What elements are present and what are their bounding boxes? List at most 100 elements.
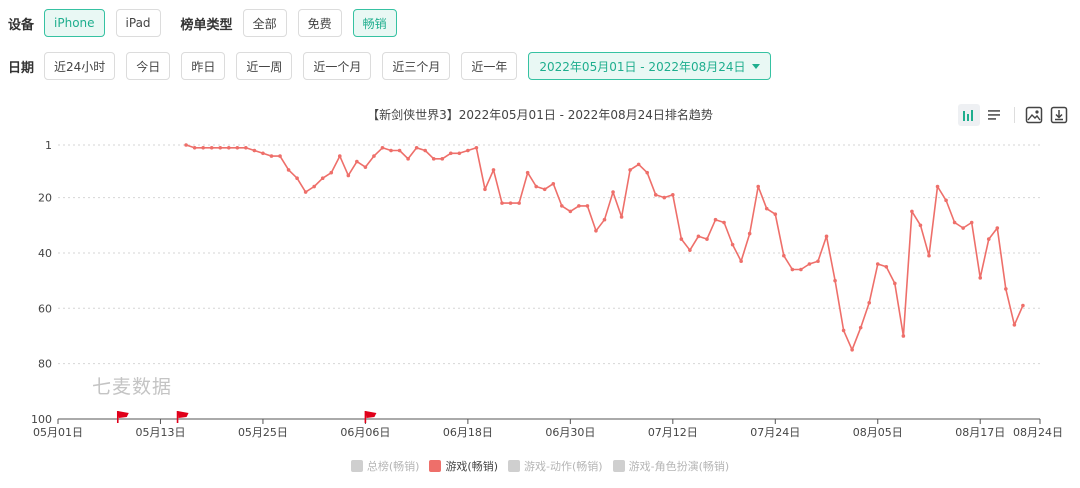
- data-point[interactable]: [372, 154, 376, 158]
- data-point[interactable]: [688, 248, 692, 252]
- data-point[interactable]: [235, 145, 240, 150]
- data-point[interactable]: [295, 176, 299, 181]
- data-point[interactable]: [713, 217, 718, 222]
- data-point[interactable]: [944, 198, 948, 203]
- data-point[interactable]: [226, 145, 231, 150]
- data-point[interactable]: [927, 253, 931, 258]
- data-point[interactable]: [346, 173, 351, 178]
- legend-item-games-rpg[interactable]: 游戏-角色扮演(畅销): [612, 458, 729, 474]
- data-point[interactable]: [764, 206, 769, 211]
- data-point[interactable]: [773, 212, 778, 216]
- data-point[interactable]: [602, 217, 607, 222]
- data-point[interactable]: [209, 145, 214, 150]
- data-point[interactable]: [286, 168, 291, 172]
- data-point[interactable]: [1004, 287, 1008, 291]
- data-point[interactable]: [969, 220, 974, 225]
- data-point[interactable]: [671, 193, 675, 197]
- data-point[interactable]: [756, 184, 761, 189]
- data-point[interactable]: [918, 223, 923, 228]
- data-point[interactable]: [986, 237, 991, 241]
- data-point[interactable]: [739, 259, 743, 264]
- data-point[interactable]: [278, 154, 282, 158]
- data-point[interactable]: [1021, 303, 1025, 308]
- data-point[interactable]: [730, 242, 735, 247]
- data-point[interactable]: [816, 259, 820, 264]
- data-point[interactable]: [542, 187, 547, 192]
- data-point[interactable]: [995, 226, 1000, 230]
- data-point[interactable]: [978, 276, 983, 280]
- data-point[interactable]: [705, 237, 709, 241]
- data-point[interactable]: [952, 220, 957, 225]
- data-point[interactable]: [551, 181, 556, 186]
- data-point[interactable]: [850, 348, 854, 352]
- legend-item-overall[interactable]: 总榜(畅销): [350, 458, 419, 474]
- data-point[interactable]: [440, 157, 445, 161]
- data-point[interactable]: [218, 145, 223, 150]
- data-point[interactable]: [824, 234, 829, 239]
- data-point[interactable]: [184, 143, 188, 147]
- data-point[interactable]: [662, 195, 667, 200]
- data-point[interactable]: [423, 148, 427, 153]
- data-point[interactable]: [568, 209, 573, 214]
- data-point[interactable]: [389, 148, 393, 153]
- data-point[interactable]: [841, 328, 846, 333]
- data-point[interactable]: [192, 145, 197, 150]
- data-point[interactable]: [517, 201, 521, 205]
- data-point[interactable]: [722, 220, 726, 225]
- data-point[interactable]: [585, 204, 590, 208]
- data-point[interactable]: [534, 184, 538, 189]
- data-point[interactable]: [201, 145, 205, 150]
- data-point[interactable]: [910, 209, 914, 214]
- data-point[interactable]: [491, 168, 496, 172]
- data-point[interactable]: [867, 300, 872, 305]
- data-point[interactable]: [611, 190, 615, 194]
- data-point[interactable]: [679, 237, 684, 241]
- data-point[interactable]: [269, 154, 274, 158]
- data-point[interactable]: [594, 228, 598, 233]
- data-point[interactable]: [833, 278, 837, 283]
- data-point[interactable]: [406, 157, 410, 161]
- flag-icon[interactable]: [364, 411, 377, 423]
- data-point[interactable]: [525, 170, 530, 175]
- data-point[interactable]: [961, 226, 965, 230]
- data-point[interactable]: [696, 234, 701, 239]
- data-point[interactable]: [244, 145, 248, 150]
- data-point[interactable]: [858, 325, 863, 330]
- data-point[interactable]: [431, 157, 436, 161]
- data-point[interactable]: [312, 184, 316, 189]
- data-point[interactable]: [363, 165, 368, 169]
- data-point[interactable]: [474, 145, 479, 150]
- data-point[interactable]: [747, 231, 752, 236]
- data-point[interactable]: [807, 262, 812, 266]
- data-point[interactable]: [337, 154, 342, 158]
- data-point[interactable]: [414, 145, 419, 150]
- data-point[interactable]: [884, 264, 889, 269]
- data-point[interactable]: [875, 262, 880, 266]
- data-point[interactable]: [653, 193, 658, 197]
- data-point[interactable]: [329, 170, 334, 175]
- data-point[interactable]: [901, 334, 906, 338]
- data-point[interactable]: [303, 190, 308, 194]
- data-point[interactable]: [782, 253, 786, 258]
- data-point[interactable]: [355, 159, 359, 164]
- data-point[interactable]: [252, 148, 257, 153]
- data-point[interactable]: [261, 151, 265, 156]
- data-point[interactable]: [457, 151, 462, 156]
- data-point[interactable]: [799, 267, 803, 272]
- data-point[interactable]: [790, 267, 795, 272]
- data-point[interactable]: [320, 176, 325, 181]
- data-point[interactable]: [636, 162, 641, 167]
- data-point[interactable]: [628, 168, 632, 172]
- data-point[interactable]: [380, 145, 385, 150]
- data-point[interactable]: [893, 281, 897, 286]
- flag-icon[interactable]: [176, 411, 189, 423]
- data-point[interactable]: [508, 201, 513, 205]
- data-point[interactable]: [560, 204, 564, 208]
- data-point[interactable]: [577, 204, 581, 208]
- data-point[interactable]: [466, 148, 470, 153]
- data-point[interactable]: [449, 151, 453, 156]
- data-point[interactable]: [500, 201, 504, 205]
- flag-icon[interactable]: [116, 411, 129, 423]
- data-point[interactable]: [935, 184, 940, 189]
- data-point[interactable]: [483, 187, 487, 192]
